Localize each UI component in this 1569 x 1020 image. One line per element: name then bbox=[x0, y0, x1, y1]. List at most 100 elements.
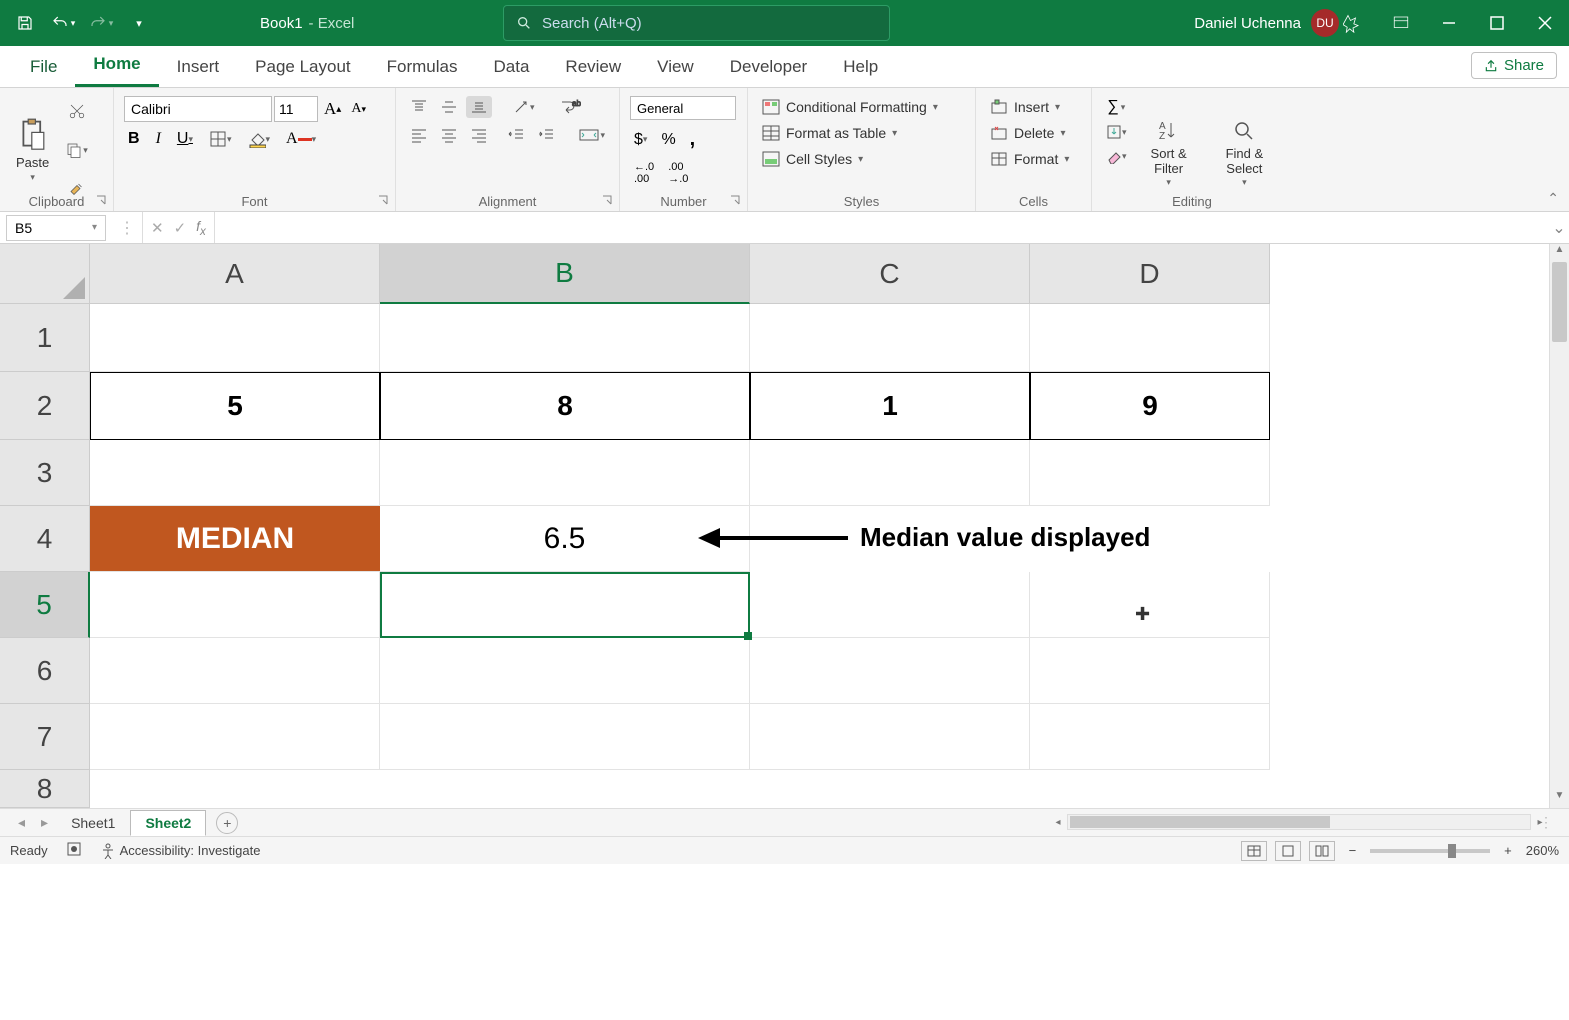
row-header-5[interactable]: 5 bbox=[0, 572, 90, 638]
cell-b2[interactable]: 8 bbox=[380, 372, 750, 440]
zoom-out-button[interactable]: − bbox=[1343, 843, 1363, 858]
cell-d6[interactable] bbox=[1030, 638, 1270, 704]
accessibility-status[interactable]: Accessibility: Investigate bbox=[100, 843, 261, 859]
row-header-3[interactable]: 3 bbox=[0, 440, 90, 506]
tab-file[interactable]: File bbox=[12, 49, 75, 87]
cell-c1[interactable] bbox=[750, 304, 1030, 372]
font-color-button[interactable]: A▾ bbox=[282, 128, 320, 150]
comma-format-button[interactable]: , bbox=[686, 126, 700, 153]
tab-home[interactable]: Home bbox=[75, 46, 158, 87]
sheet-tab-2[interactable]: Sheet2 bbox=[130, 810, 206, 836]
orientation-button[interactable]: ▾ bbox=[508, 96, 539, 118]
name-box[interactable]: B5 ▾ bbox=[6, 215, 106, 241]
row-header-7[interactable]: 7 bbox=[0, 704, 90, 770]
increase-decimal-button[interactable]: ←.0.00 bbox=[630, 159, 658, 187]
align-middle-button[interactable] bbox=[436, 96, 462, 118]
align-center-button[interactable] bbox=[436, 124, 462, 146]
merge-center-button[interactable]: ▾ bbox=[574, 124, 609, 146]
column-header-a[interactable]: A bbox=[90, 244, 380, 304]
save-button[interactable] bbox=[8, 6, 42, 40]
align-bottom-button[interactable] bbox=[466, 96, 492, 118]
tab-insert[interactable]: Insert bbox=[159, 49, 238, 87]
font-name-select[interactable] bbox=[124, 96, 272, 122]
qat-customize[interactable]: ▾ bbox=[122, 6, 156, 40]
number-format-select[interactable] bbox=[630, 96, 736, 120]
enter-formula-button[interactable]: ✓ bbox=[174, 219, 187, 237]
cell-b1[interactable] bbox=[380, 304, 750, 372]
conditional-formatting-button[interactable]: Conditional Formatting▾ bbox=[758, 96, 965, 118]
zoom-level[interactable]: 260% bbox=[1526, 843, 1559, 858]
ribbon-display-button[interactable] bbox=[1377, 0, 1425, 46]
italic-button[interactable]: I bbox=[152, 128, 165, 150]
cut-button[interactable] bbox=[61, 100, 92, 122]
cell-d1[interactable] bbox=[1030, 304, 1270, 372]
row-header-4[interactable]: 4 bbox=[0, 506, 90, 572]
bold-button[interactable]: B bbox=[124, 128, 144, 150]
clipboard-dialog-launcher[interactable] bbox=[95, 193, 109, 207]
format-as-table-button[interactable]: Format as Table▾ bbox=[758, 122, 965, 144]
cell-styles-button[interactable]: Cell Styles▾ bbox=[758, 148, 965, 170]
tab-help[interactable]: Help bbox=[825, 49, 896, 87]
share-button[interactable]: Share bbox=[1471, 52, 1557, 79]
sheet-nav-next[interactable]: ▸ bbox=[33, 814, 56, 831]
tab-developer[interactable]: Developer bbox=[712, 49, 826, 87]
vscroll-thumb[interactable] bbox=[1552, 262, 1567, 342]
percent-format-button[interactable]: % bbox=[657, 129, 679, 151]
zoom-slider[interactable] bbox=[1370, 849, 1490, 853]
horizontal-scrollbar[interactable]: ◂ ▸ bbox=[1049, 813, 1549, 831]
formula-input[interactable] bbox=[214, 212, 1549, 243]
paste-button[interactable]: Paste ▾ bbox=[10, 92, 55, 209]
cell-d7[interactable] bbox=[1030, 704, 1270, 770]
cell-c2[interactable]: 1 bbox=[750, 372, 1030, 440]
macro-record-icon[interactable] bbox=[66, 841, 82, 860]
tab-formulas[interactable]: Formulas bbox=[369, 49, 476, 87]
borders-button[interactable]: ▾ bbox=[205, 128, 236, 150]
page-break-view-button[interactable] bbox=[1309, 841, 1335, 861]
cell-a5[interactable] bbox=[90, 572, 380, 638]
cell-c3[interactable] bbox=[750, 440, 1030, 506]
column-header-c[interactable]: C bbox=[750, 244, 1030, 304]
cell-c6[interactable] bbox=[750, 638, 1030, 704]
copy-button[interactable]: ▾ bbox=[61, 139, 92, 161]
fill-color-button[interactable]: ▾ bbox=[244, 128, 275, 150]
maximize-button[interactable] bbox=[1473, 0, 1521, 46]
cell-a3[interactable] bbox=[90, 440, 380, 506]
cell-a4[interactable]: MEDIAN bbox=[90, 506, 380, 572]
sheet-nav-prev[interactable]: ◂ bbox=[10, 814, 33, 831]
undo-button[interactable]: ▾ bbox=[46, 6, 80, 40]
sheet-tab-1[interactable]: Sheet1 bbox=[56, 810, 130, 836]
cell-c5[interactable] bbox=[750, 572, 1030, 638]
underline-button[interactable]: U▾ bbox=[173, 128, 197, 150]
sort-filter-button[interactable]: AZ Sort & Filter▾ bbox=[1135, 96, 1203, 209]
shrink-font-button[interactable]: A▾ bbox=[347, 99, 370, 119]
row-header-1[interactable]: 1 bbox=[0, 304, 90, 372]
tab-review[interactable]: Review bbox=[547, 49, 639, 87]
close-button[interactable] bbox=[1521, 0, 1569, 46]
wrap-text-button[interactable]: ab bbox=[555, 96, 585, 118]
autosum-button[interactable]: ∑▾ bbox=[1102, 96, 1131, 118]
column-header-b[interactable]: B bbox=[380, 244, 750, 304]
expand-formula-bar[interactable]: ⌄ bbox=[1549, 218, 1569, 238]
tab-page-layout[interactable]: Page Layout bbox=[237, 49, 368, 87]
coming-soon-button[interactable] bbox=[1329, 0, 1377, 46]
decrease-indent-button[interactable] bbox=[503, 124, 529, 146]
redo-button[interactable]: ▾ bbox=[84, 6, 118, 40]
accounting-format-button[interactable]: $▾ bbox=[630, 129, 651, 151]
cell-a2[interactable]: 5 bbox=[90, 372, 380, 440]
add-sheet-button[interactable]: + bbox=[216, 812, 238, 834]
row-header-2[interactable]: 2 bbox=[0, 372, 90, 440]
clear-button[interactable]: ▾ bbox=[1102, 146, 1131, 166]
font-dialog-launcher[interactable] bbox=[377, 193, 391, 207]
grow-font-button[interactable]: A▴ bbox=[320, 97, 345, 121]
cell-b6[interactable] bbox=[380, 638, 750, 704]
format-cells-button[interactable]: Format▾ bbox=[986, 148, 1081, 170]
cell-a1[interactable] bbox=[90, 304, 380, 372]
column-header-d[interactable]: D bbox=[1030, 244, 1270, 304]
cancel-formula-button[interactable]: ✕ bbox=[151, 219, 164, 237]
increase-indent-button[interactable] bbox=[533, 124, 559, 146]
normal-view-button[interactable] bbox=[1241, 841, 1267, 861]
cell-b3[interactable] bbox=[380, 440, 750, 506]
hscroll-thumb[interactable] bbox=[1070, 816, 1330, 828]
fill-button[interactable]: ▾ bbox=[1102, 122, 1131, 142]
number-dialog-launcher[interactable] bbox=[729, 193, 743, 207]
